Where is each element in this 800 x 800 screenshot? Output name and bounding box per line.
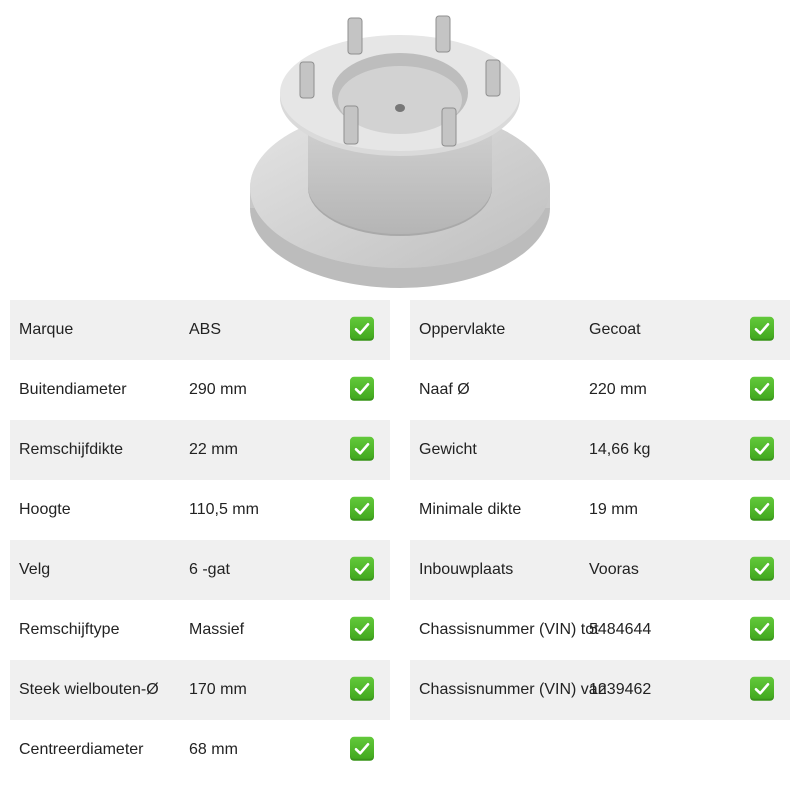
spec-label: Centreerdiameter xyxy=(19,741,144,758)
spec-table-right: Oppervlakte Gecoat Naaf Ø 220 mm Gewicht 14… xyxy=(410,300,790,720)
check-mark-icon xyxy=(350,436,374,461)
spec-row: Remschijfdikte 22 mm xyxy=(10,420,390,480)
check-mark-icon xyxy=(350,496,374,521)
spec-row: Marque ABS xyxy=(10,300,390,360)
spec-value: 170 mm xyxy=(189,681,247,698)
spec-row: Steek wielbouten-Ø 170 mm xyxy=(10,660,390,720)
spec-row: Chassisnummer (VIN) tot 5484644 xyxy=(410,600,790,660)
spec-label: Minimale dikte xyxy=(419,501,522,518)
spec-label: Hoogte xyxy=(19,501,71,518)
spec-row: Inbouwplaats Vooras xyxy=(410,540,790,600)
spec-row: Remschijftype Massief xyxy=(10,600,390,660)
spec-row: Chassisnummer (VIN) van 1239462 xyxy=(410,660,790,720)
spec-row: Gewicht 14,66 kg xyxy=(410,420,790,480)
spec-value: 6 -gat xyxy=(189,561,230,578)
check-mark-icon xyxy=(750,496,774,521)
spec-table-left: Marque ABS Buitendiameter 290 mm Remschijf… xyxy=(10,300,390,780)
spec-row: Buitendiameter 290 mm xyxy=(10,360,390,420)
spec-value: 1239462 xyxy=(589,681,652,698)
spec-label: Gewicht xyxy=(419,441,477,458)
check-mark-icon xyxy=(350,316,374,341)
check-mark-icon xyxy=(750,376,774,401)
spec-value: 14,66 kg xyxy=(589,441,651,458)
spec-label: Remschijftype xyxy=(19,621,120,638)
check-mark-icon xyxy=(350,616,374,641)
spec-label: Inbouwplaats xyxy=(419,561,514,578)
spec-value: 5484644 xyxy=(589,621,652,638)
check-mark-icon xyxy=(750,616,774,641)
spec-value: 220 mm xyxy=(589,381,647,398)
spec-row: Minimale dikte 19 mm xyxy=(410,480,790,540)
spec-label: Oppervlakte xyxy=(419,321,506,338)
spec-label: Remschijfdikte xyxy=(19,441,124,458)
spec-label: Chassisnummer (VIN) tot xyxy=(419,621,599,638)
check-mark-icon xyxy=(750,436,774,461)
spec-label: Buitendiameter xyxy=(19,381,127,398)
spec-label: Velg xyxy=(19,561,51,578)
spec-value: 22 mm xyxy=(189,441,238,458)
spec-row: Naaf Ø 220 mm xyxy=(410,360,790,420)
spec-value: 290 mm xyxy=(189,381,247,398)
spec-value: ABS xyxy=(189,321,222,338)
spec-value: Vooras xyxy=(589,561,639,578)
spec-row: Hoogte 110,5 mm xyxy=(10,480,390,540)
spec-label: Marque xyxy=(19,321,74,338)
spec-label: Chassisnummer (VIN) van xyxy=(419,681,607,698)
check-mark-icon xyxy=(750,316,774,341)
spec-row: Velg 6 -gat xyxy=(10,540,390,600)
check-mark-icon xyxy=(750,676,774,701)
check-mark-icon xyxy=(350,376,374,401)
spec-row: Centreerdiameter 68 mm xyxy=(10,720,390,780)
spec-row: Oppervlakte Gecoat xyxy=(410,300,790,360)
check-mark-icon xyxy=(750,556,774,581)
spec-label: Steek wielbouten-Ø xyxy=(19,681,159,698)
spec-value: 19 mm xyxy=(589,501,638,518)
check-mark-icon xyxy=(350,556,374,581)
check-mark-icon xyxy=(350,736,374,761)
spec-value: 68 mm xyxy=(189,741,238,758)
brake-disc-image xyxy=(250,15,550,288)
spec-value: 110,5 mm xyxy=(189,501,259,518)
spec-value: Gecoat xyxy=(589,321,641,338)
spec-label: Naaf Ø xyxy=(419,381,470,398)
spec-value: Massief xyxy=(189,621,245,638)
check-mark-icon xyxy=(350,676,374,701)
